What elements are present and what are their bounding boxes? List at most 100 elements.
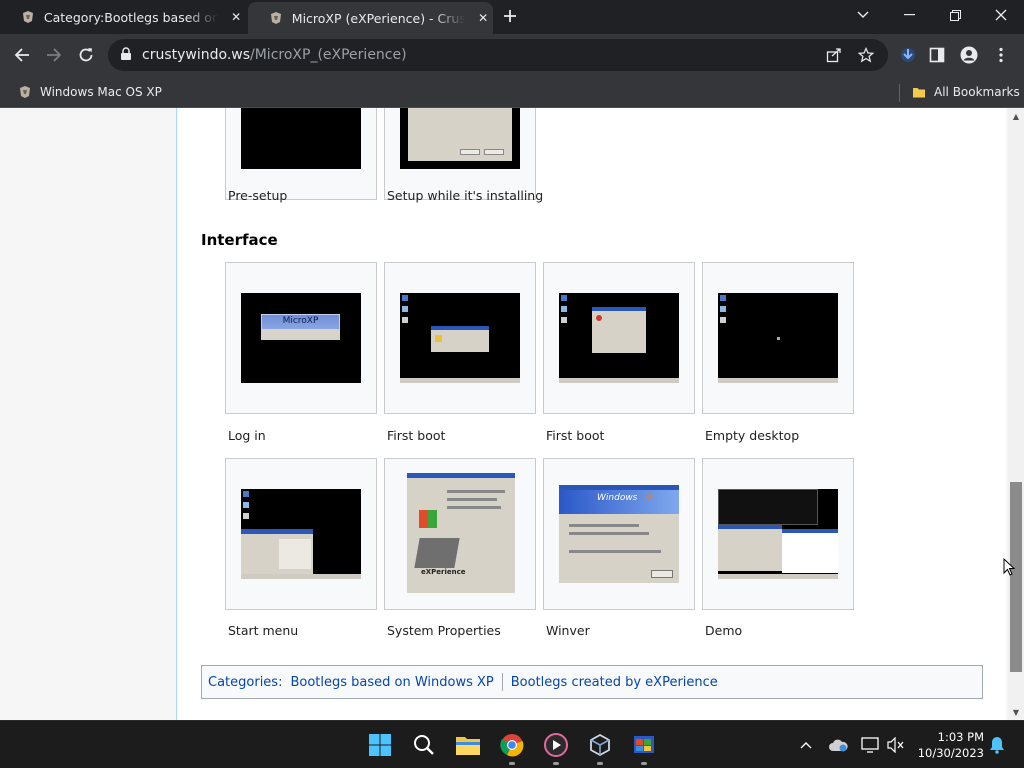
tab-close-icon[interactable]: ✕ [226, 7, 246, 27]
gallery-item-setup-installing[interactable] [384, 108, 536, 200]
start-windows-icon[interactable] [364, 729, 396, 761]
caption-first-boot-1: First boot [387, 428, 446, 443]
site-favicon-icon [20, 9, 36, 25]
download-extension-icon[interactable] [893, 40, 923, 70]
vm-xp-icon[interactable] [628, 729, 660, 765]
reload-button[interactable] [71, 40, 101, 70]
gallery-item-log-in[interactable]: MicroXP [225, 262, 377, 414]
tab-strip: Category:Bootlegs based on Windows XP - … [0, 0, 1024, 34]
tab-search-chevron-icon[interactable] [840, 0, 886, 30]
tab-close-icon[interactable]: ✕ [473, 8, 493, 28]
mouse-cursor-icon [1003, 558, 1015, 576]
winver-thumbnail[interactable]: Windows XP [559, 485, 679, 583]
gallery-item-first-boot-2[interactable] [543, 262, 695, 414]
pre-setup-thumbnail[interactable] [241, 108, 361, 169]
gallery-item-winver[interactable]: Windows XP [543, 458, 695, 610]
scroll-up-arrow-icon[interactable]: ▲ [1008, 108, 1024, 124]
clock-date: 10/30/2023 [917, 746, 984, 760]
first-boot-thumbnail[interactable] [559, 293, 679, 383]
back-button[interactable] [7, 40, 37, 70]
lock-icon[interactable] [120, 47, 132, 65]
caption-first-boot-2: First boot [546, 428, 605, 443]
bookmark-windows-mac-os-xp[interactable]: Windows Mac OS XP [18, 82, 162, 102]
chrome-icon[interactable] [496, 729, 528, 765]
category-link-bootlegs-based-on-xp[interactable]: Bootlegs based on Windows XP [290, 675, 493, 690]
category-links-box: Categories: Bootlegs based on Windows XP… [201, 665, 983, 699]
forward-button[interactable] [39, 40, 69, 70]
file-explorer-icon[interactable] [452, 729, 484, 761]
gallery-item-empty-desktop[interactable] [702, 262, 854, 414]
all-bookmarks-button[interactable]: All Bookmarks [912, 82, 1020, 102]
tab-title: Category:Bootlegs based on Windows XP - … [43, 9, 219, 25]
side-panel-icon[interactable] [922, 40, 952, 70]
minimize-button[interactable] [886, 0, 932, 30]
site-favicon-icon [20, 86, 30, 98]
bookmarks-bar: Windows Mac OS XP All Bookmarks [0, 76, 1024, 108]
caption-log-in: Log in [228, 428, 266, 443]
page-scrollbar[interactable]: ▲ ▼ [1008, 108, 1024, 720]
system-clock[interactable]: 1:03 PM 10/30/2023 [914, 729, 984, 761]
categories-label-link[interactable]: Categories: [208, 675, 282, 690]
site-favicon-icon [268, 10, 284, 26]
windows-taskbar: 1:03 PM 10/30/2023 [0, 720, 1024, 768]
volume-muted-icon[interactable] [884, 733, 908, 757]
url-domain: crustywindo.ws [142, 47, 251, 63]
close-window-button[interactable] [978, 0, 1024, 30]
running-indicator [509, 762, 515, 765]
caption-system-properties: System Properties [387, 623, 501, 638]
first-boot-thumbnail[interactable] [400, 293, 520, 383]
category-separator [501, 673, 503, 691]
caption-empty-desktop: Empty desktop [705, 428, 800, 443]
caption-start-menu: Start menu [228, 623, 299, 638]
caption-setup-installing: Setup while it's installing [387, 188, 544, 203]
article-content: Pre-setup Setup while it's installing In… [176, 108, 1006, 720]
display-network-icon[interactable] [858, 733, 882, 757]
show-hidden-icons-chevron-icon[interactable] [794, 733, 818, 757]
gallery-item-start-menu[interactable] [225, 458, 377, 610]
bookmark-label: All Bookmarks [934, 85, 1020, 99]
running-indicator [597, 762, 603, 765]
running-indicator [641, 762, 647, 765]
bookmarks-divider [899, 84, 900, 102]
virtualbox-icon[interactable] [584, 729, 616, 765]
caption-demo: Demo [705, 623, 743, 638]
share-icon[interactable] [824, 45, 844, 65]
scroll-down-arrow-icon[interactable]: ▼ [1008, 704, 1024, 720]
gallery-item-first-boot-1[interactable] [384, 262, 536, 414]
onedrive-icon[interactable] [826, 733, 850, 757]
profile-avatar-icon[interactable] [954, 40, 984, 70]
gallery-item-system-properties[interactable]: eXPerience [384, 458, 536, 610]
category-link-bootlegs-by-experience[interactable]: Bootlegs created by eXPerience [511, 675, 718, 690]
scrollbar-thumb[interactable] [1010, 482, 1022, 672]
address-bar[interactable]: crustywindo.ws/MicroXP_(eXPerience) [108, 39, 888, 71]
media-player-icon[interactable] [540, 729, 572, 765]
windows-logo-text: Windows [597, 493, 638, 503]
log-in-thumbnail[interactable]: MicroXP [241, 293, 361, 383]
empty-desktop-thumbnail[interactable] [718, 293, 838, 383]
restore-button[interactable] [932, 0, 978, 30]
caption-winver: Winver [546, 623, 590, 638]
new-tab-button[interactable] [499, 5, 521, 27]
kebab-menu-icon[interactable] [986, 40, 1016, 70]
setup-installing-thumbnail[interactable] [400, 108, 520, 169]
running-indicator [553, 762, 559, 765]
bookmark-label: Windows Mac OS XP [40, 85, 162, 99]
tab-microxp[interactable]: MicroXP (eXPerience) - Crusty Windows ✕ [248, 2, 493, 34]
demo-thumbnail[interactable] [718, 489, 838, 579]
page-viewport: Pre-setup Setup while it's installing In… [0, 108, 1024, 720]
tab-category-bootlegs[interactable]: Category:Bootlegs based on Windows XP - … [0, 0, 246, 34]
bookmark-star-icon[interactable] [856, 45, 876, 65]
gallery-item-demo[interactable] [702, 458, 854, 610]
gallery-item-pre-setup[interactable] [225, 108, 377, 200]
section-heading-interface: Interface [201, 231, 278, 249]
notification-bell-icon[interactable] [985, 733, 1009, 757]
caption-pre-setup: Pre-setup [228, 188, 288, 203]
xp-logo-text: XP [645, 494, 653, 501]
browser-toolbar: crustywindo.ws/MicroXP_(eXPerience) [0, 34, 1024, 76]
clock-time: 1:03 PM [937, 730, 984, 744]
url-text[interactable]: crustywindo.ws/MicroXP_(eXPerience) [142, 47, 407, 63]
url-path: /MicroXP_(eXPerience) [250, 47, 407, 63]
system-properties-thumbnail[interactable]: eXPerience [407, 473, 515, 593]
start-menu-thumbnail[interactable] [241, 489, 361, 579]
search-icon[interactable] [408, 729, 440, 761]
